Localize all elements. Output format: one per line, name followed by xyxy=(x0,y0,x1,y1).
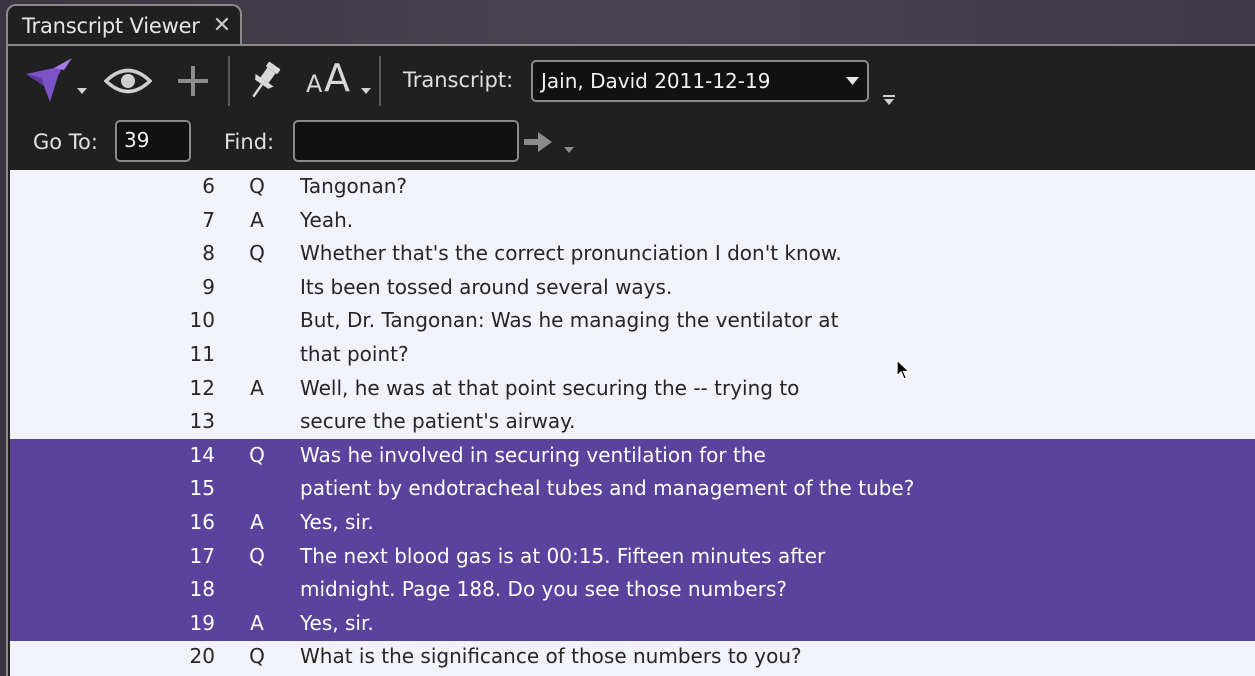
transcript-line[interactable]: 19 A Yes, sir. xyxy=(10,606,1255,641)
font-size-small-glyph: A xyxy=(306,70,323,98)
line-text: Whether that's the correct pronunciation… xyxy=(300,241,842,266)
transcript-line[interactable]: 15 patient by endotracheal tubes and mana… xyxy=(10,472,1255,507)
goto-label: Go To: xyxy=(33,130,98,154)
line-number: 18 xyxy=(189,577,215,602)
line-number: 6 xyxy=(202,174,215,198)
line-text: Tangonan? xyxy=(300,174,407,198)
transcript-line[interactable]: 17 Q The next blood gas is at 00:15. Fifte… xyxy=(10,539,1255,574)
speaker-marker: Q xyxy=(249,543,265,568)
line-text: Well, he was at that point securing the … xyxy=(300,375,800,400)
line-text: Was he involved in securing ventilation … xyxy=(300,442,766,467)
line-number: 7 xyxy=(202,207,215,232)
bird-logo-icon[interactable] xyxy=(24,56,74,106)
font-size-icon[interactable]: A A xyxy=(302,56,360,100)
line-number: 20 xyxy=(189,644,215,669)
line-number: 19 xyxy=(189,610,215,635)
line-text: secure the patient's airway. xyxy=(300,409,576,434)
chevron-down-icon[interactable] xyxy=(360,80,372,94)
overflow-caret-icon[interactable] xyxy=(882,92,896,106)
line-text: The next blood gas is at 00:15. Fifteen … xyxy=(300,543,826,568)
speaker-marker: A xyxy=(250,510,264,534)
line-number: 17 xyxy=(189,543,215,568)
line-text: But, Dr. Tangonan: Was he managing the v… xyxy=(300,308,839,333)
transcript-select-value: Jain, David 2011-12-19 xyxy=(541,69,771,93)
viewer-panel: A A Transcript: Jain, David 2011-12-19 G… xyxy=(6,44,1255,676)
line-number: 8 xyxy=(202,241,215,266)
line-number: 14 xyxy=(189,442,215,467)
toolbar-divider xyxy=(379,56,381,106)
transcript-line[interactable]: 8 Q Whether that's the correct pronunciati… xyxy=(10,237,1255,271)
transcript-line[interactable]: 13 secure the patient's airway. xyxy=(10,405,1255,439)
find-input[interactable] xyxy=(293,120,519,162)
transcript-line[interactable]: 14 Q Was he involved in securing ventilati… xyxy=(10,438,1255,473)
line-number: 12 xyxy=(189,375,215,400)
tab-title: Transcript Viewer xyxy=(22,14,200,38)
transcript-line[interactable]: 12 A Well, he was at that point securing t… xyxy=(10,372,1255,406)
chevron-down-icon xyxy=(846,77,859,85)
transcript-line[interactable]: 18 midnight. Page 188. Do you see those n… xyxy=(10,573,1255,608)
speaker-marker: Q xyxy=(249,644,265,669)
line-text: that point? xyxy=(300,342,409,366)
transcript-line[interactable]: 7 A Yeah. xyxy=(10,204,1255,238)
line-text: Yes, sir. xyxy=(300,610,374,635)
transcript-viewer-window: Transcript Viewer ✕ A A Transcript: Jain… xyxy=(0,0,1255,676)
arrow-right-icon[interactable] xyxy=(524,130,554,154)
line-number: 9 xyxy=(202,274,215,299)
transcript-line[interactable]: 10 But, Dr. Tangonan: Was he managing the… xyxy=(10,304,1255,338)
transcript-content[interactable]: 6 Q Tangonan? 7 A Yeah. 8 Q Whether that's the c… xyxy=(10,170,1255,676)
line-text: Its been tossed around several ways. xyxy=(300,274,673,299)
line-text: What is the significance of those number… xyxy=(300,644,802,669)
transcript-label: Transcript: xyxy=(403,68,514,92)
transcript-line[interactable]: 16 A Yes, sir. xyxy=(10,506,1255,540)
goto-line-input[interactable]: 39 xyxy=(115,120,191,162)
plus-icon[interactable] xyxy=(176,64,210,98)
line-text: Yes, sir. xyxy=(300,510,374,534)
transcript-line[interactable]: 20 Q What is the significance of those num… xyxy=(10,640,1255,674)
eye-icon[interactable] xyxy=(103,66,153,96)
speaker-marker: Q xyxy=(249,241,265,266)
line-number: 15 xyxy=(189,476,215,501)
speaker-marker: A xyxy=(250,610,264,635)
transcript-line[interactable]: 11 that point? xyxy=(10,338,1255,372)
close-icon[interactable]: ✕ xyxy=(210,12,234,40)
pin-icon[interactable] xyxy=(246,60,282,102)
speaker-marker: Q xyxy=(249,442,265,467)
transcript-select[interactable]: Jain, David 2011-12-19 xyxy=(531,60,869,102)
chevron-down-icon[interactable] xyxy=(563,139,575,153)
find-label: Find: xyxy=(224,130,275,154)
transcript-line[interactable]: 6 Q Tangonan? xyxy=(10,170,1255,204)
transcript-line[interactable]: 9 Its been tossed around several ways. xyxy=(10,271,1255,305)
speaker-marker: A xyxy=(250,207,264,232)
tab-transcript-viewer[interactable]: Transcript Viewer ✕ xyxy=(6,4,242,46)
line-number: 13 xyxy=(189,409,215,434)
speaker-marker: A xyxy=(250,375,264,400)
line-number: 16 xyxy=(189,510,215,534)
line-number: 10 xyxy=(189,308,215,333)
chevron-down-icon[interactable] xyxy=(76,80,88,94)
line-text: Yeah. xyxy=(300,207,354,232)
speaker-marker: Q xyxy=(249,174,265,198)
font-size-large-glyph: A xyxy=(324,56,350,100)
mouse-cursor-icon xyxy=(896,359,911,380)
line-number: 11 xyxy=(189,342,215,366)
line-text: midnight. Page 188. Do you see those num… xyxy=(300,577,787,602)
line-text: patient by endotracheal tubes and manage… xyxy=(300,476,915,501)
toolbar-divider xyxy=(228,56,230,106)
